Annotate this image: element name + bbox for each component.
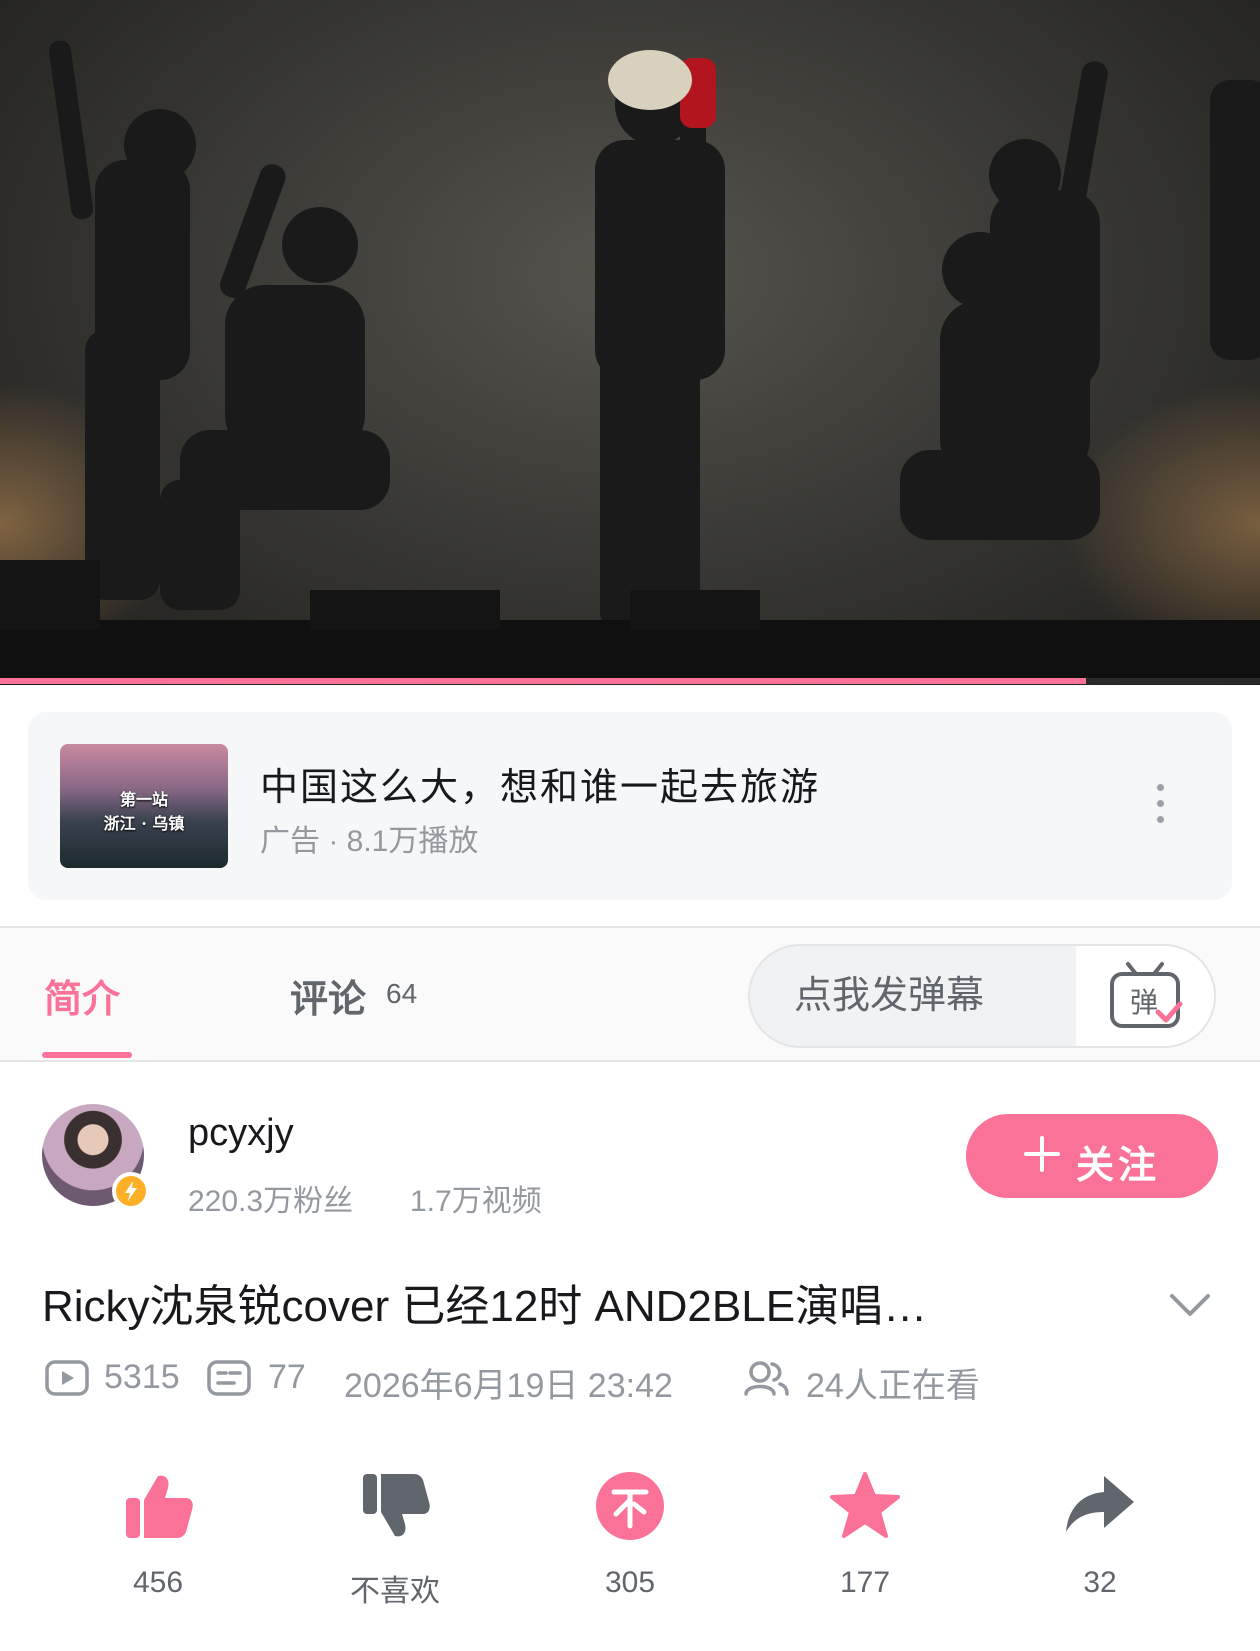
chevron-down-icon[interactable] [1168,1290,1212,1320]
uploader-fans: 220.3万粉丝 [188,1185,354,1218]
star-icon [830,1472,900,1538]
video-title[interactable]: Ricky沈泉锐cover 已经12时 AND2BLE演唱… [42,1270,1082,1334]
dislike-label: 不喜欢 [350,1575,440,1608]
thumbs-down-icon [363,1474,430,1537]
uploader-videos: 1.7万视频 [410,1185,542,1218]
tab-intro[interactable]: 简介 [44,968,120,1023]
plus-icon [1024,1136,1060,1172]
ad-thumb-caption-1: 第一站 [119,790,168,809]
danmaku-tv-icon: 弹 [1110,962,1183,1028]
like-button[interactable]: 456 [78,1470,238,1620]
danmaku-count: 77 [268,1358,306,1396]
favorite-count: 177 [839,1566,891,1599]
danmaku-toggle-button[interactable]: 弹 [1076,946,1214,1046]
ad-thumbnail[interactable]: 第一站 浙江 · 乌镇 [60,744,228,868]
ad-card[interactable]: 第一站 浙江 · 乌镇 中国这么大，想和谁一起去旅游 广告 · 8.1万播放 [28,712,1232,900]
more-options-icon[interactable] [1150,784,1170,830]
tab-comments[interactable]: 评论 [290,968,366,1023]
coin-count: 305 [604,1566,656,1599]
verified-badge-icon [112,1172,150,1210]
viewers-icon [744,1361,789,1396]
video-progress-fill [0,678,1087,684]
publish-date: 2026年6月19日 23:42 [344,1367,673,1405]
video-player[interactable] [0,0,1260,685]
coin-button[interactable]: 305 [550,1470,710,1620]
uploader-name[interactable]: pcyxjy [188,1112,294,1155]
favorite-button[interactable]: 177 [785,1470,945,1620]
tab-comments-count: 64 [386,978,418,1009]
ad-subtitle: 广告 · 8.1万播放 [260,825,479,858]
danmaku-input[interactable]: 点我发弹幕 [750,946,1076,1046]
tab-bar: 简介 评论 64 点我发弹幕 弹 [0,928,1260,1060]
video-progress-bar[interactable] [0,678,1260,684]
danmaku-count-icon [207,1360,251,1396]
watching-count: 24人正在看 [806,1367,980,1405]
follow-label: 关注 [1076,1145,1161,1187]
ad-title[interactable]: 中国这么大，想和谁一起去旅游 [260,756,820,811]
divider [0,1060,1260,1062]
share-button[interactable]: 32 [1020,1470,1180,1620]
video-frame [0,40,1260,680]
video-meta: 5315 77 2026年6月19日 23:42 24人正在看 [44,1350,1224,1405]
like-count: 456 [132,1566,184,1599]
follow-button[interactable]: 关注 [966,1114,1218,1198]
dislike-button[interactable]: 不喜欢 [315,1470,475,1620]
danmaku-bar: 点我发弹幕 弹 [748,944,1216,1048]
share-count: 32 [1083,1566,1117,1599]
ad-thumb-caption-2: 浙江 · 乌镇 [103,814,185,833]
play-count: 5315 [104,1358,180,1396]
play-count-icon [45,1360,89,1396]
coin-icon [596,1472,664,1540]
share-arrow-icon [1066,1476,1134,1532]
tab-active-indicator [42,1052,132,1058]
danmaku-toggle-glyph: 弹 [1130,986,1158,1019]
thumbs-up-icon [126,1475,193,1538]
